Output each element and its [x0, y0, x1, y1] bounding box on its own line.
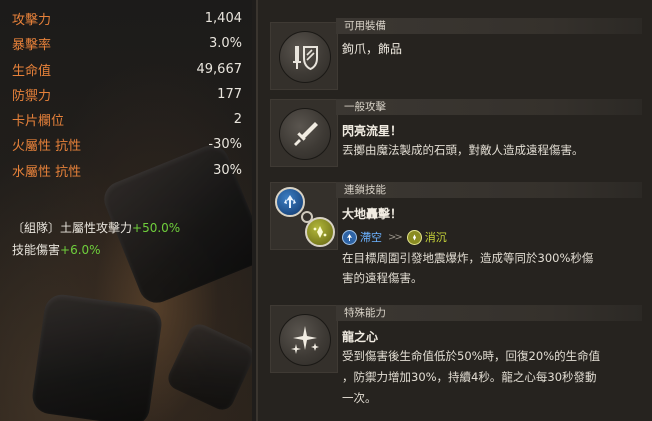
bonus-value: +50.0%: [132, 221, 181, 235]
stat-label: 攻擊力: [12, 12, 52, 28]
chain-skill-icon-frame: [270, 182, 338, 250]
special-icon-frame: [270, 305, 338, 373]
equip-text: 鉤爪，飾品: [342, 42, 403, 56]
downed-icon: [305, 217, 335, 247]
airborne-mini-icon: [342, 229, 357, 245]
stat-row-card-slots: 卡片欄位 2: [12, 109, 242, 129]
chain-condition: 滯空 >> 消沉: [342, 229, 447, 245]
special-description-2: ，防禦力增加30%，持續4秒。龍之心每30秒發動: [342, 370, 597, 384]
stat-value: 1,404: [204, 10, 242, 26]
stat-row-water-resist: 水屬性 抗性 30%: [12, 160, 242, 180]
stat-row-attack: 攻擊力 1,404: [12, 8, 242, 28]
chain-skill-header: 連鎖技能: [336, 182, 642, 198]
stat-label: 暴擊率: [12, 37, 52, 53]
stat-row-crit-rate: 暴擊率 3.0%: [12, 33, 242, 53]
sword-shield-icon: [279, 31, 331, 83]
equip-icon-frame: [270, 22, 338, 90]
bonus-label: 〔組隊〕土屬性攻擊力: [12, 221, 133, 235]
stat-value: -30%: [208, 136, 242, 152]
chain-skill-description-2: 害的遠程傷害。: [342, 271, 423, 285]
stat-row-fire-resist: 火屬性 抗性 -30%: [12, 134, 242, 154]
basic-attack-title: 閃亮流星！: [342, 124, 403, 138]
stat-value: 3.0%: [208, 35, 242, 51]
chain-to-state: 消沉: [424, 231, 447, 244]
character-boot-image: [164, 320, 252, 414]
sparkle-icon: [279, 314, 331, 366]
special-header: 特殊能力: [336, 305, 642, 321]
party-earth-attack-bonus: 〔組隊〕土屬性攻擊力+50.0%: [12, 219, 180, 236]
skill-panel: 可用裝備 鉤爪，飾品 一般攻擊 閃亮流星！ 丟擲由魔法製成的石頭，對敵人造成遠程…: [256, 0, 652, 421]
skill-damage-bonus: 技能傷害+6.0%: [12, 241, 101, 258]
character-boot-image: [30, 292, 164, 421]
stat-value: 30%: [213, 162, 242, 178]
basic-attack-icon-frame: [270, 99, 338, 167]
stats-panel: 攻擊力 1,404 暴擊率 3.0% 生命值 49,667 防禦力 177 卡片…: [0, 0, 252, 421]
stat-row-defense: 防禦力 177: [12, 84, 242, 104]
special-description-3: 一次。: [342, 391, 377, 405]
chain-from-state: 滯空: [360, 231, 382, 244]
bonus-label: 技能傷害: [12, 243, 61, 257]
stat-label: 生命值: [12, 63, 52, 79]
stat-label: 防禦力: [12, 88, 52, 104]
basic-attack-description: 丟擲由魔法製成的石頭，對敵人造成遠程傷害。: [342, 143, 584, 157]
stat-value: 49,667: [196, 61, 243, 77]
equip-header: 可用裝備: [336, 18, 642, 34]
stat-label: 卡片欄位: [12, 113, 65, 129]
special-description-1: 受到傷害後生命值低於50%時，回復20%的生命值: [342, 349, 601, 363]
stat-row-hp: 生命值 49,667: [12, 59, 242, 79]
chain-arrows: >>: [388, 231, 403, 243]
stat-value: 177: [217, 86, 242, 102]
chain-skill-title: 大地轟擊！: [342, 207, 403, 221]
stat-label: 火屬性 抗性: [12, 138, 82, 154]
basic-attack-header: 一般攻擊: [336, 99, 642, 115]
stat-label: 水屬性 抗性: [12, 164, 82, 180]
airborne-icon: [275, 187, 305, 217]
special-title: 龍之心: [342, 330, 379, 344]
stat-value: 2: [233, 111, 242, 127]
dagger-icon: [279, 108, 331, 160]
chain-skill-description-1: 在目標周圍引發地震爆炸，造成等同於300%秒傷: [342, 251, 594, 265]
bonus-value: +6.0%: [60, 243, 101, 257]
downed-mini-icon: [406, 229, 422, 245]
